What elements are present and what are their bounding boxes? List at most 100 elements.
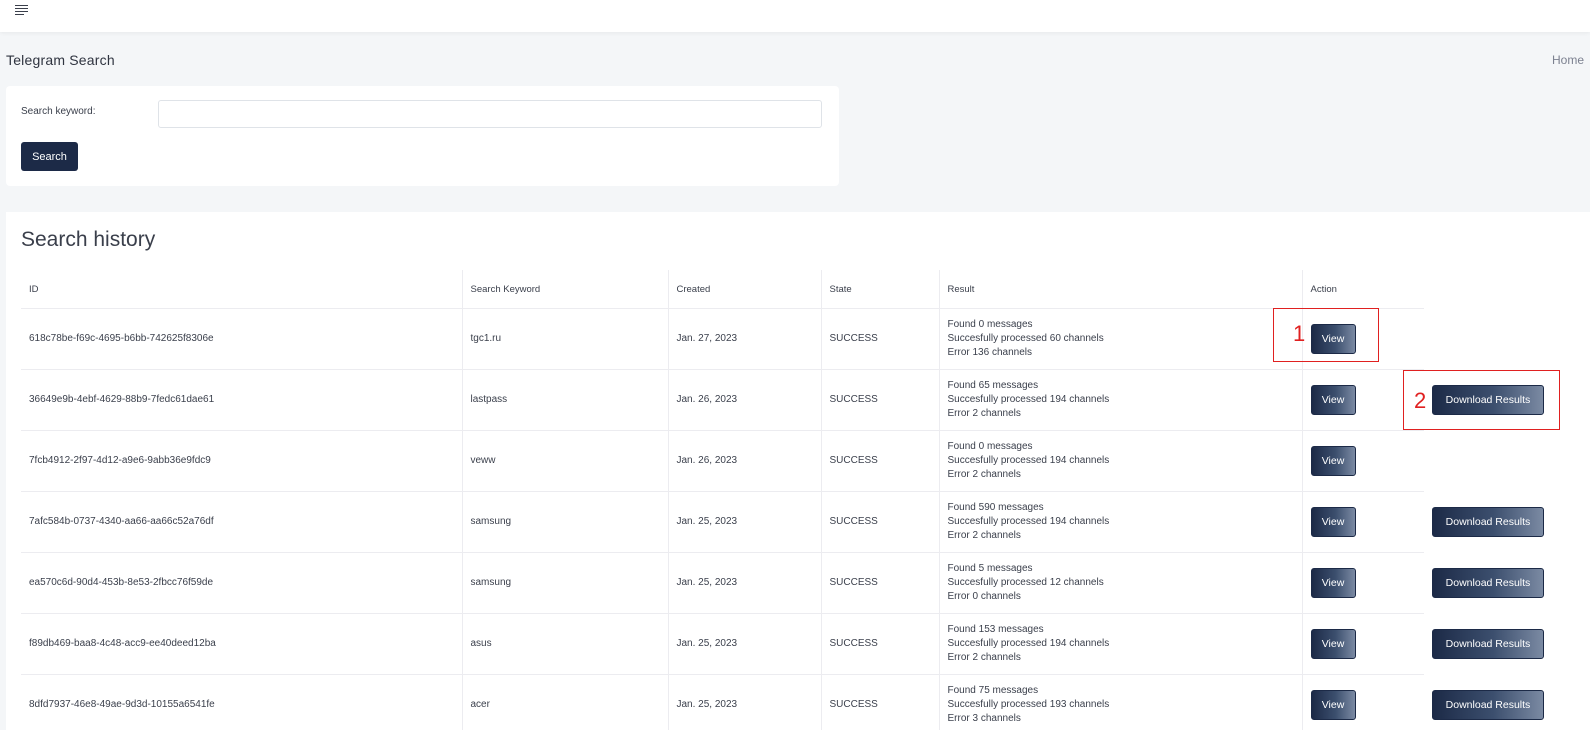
view-button[interactable]: View (1310, 507, 1356, 537)
cell-download: Download Results (1424, 492, 1557, 553)
cell-download: Download Results (1424, 614, 1557, 675)
column-header-state: State (820, 270, 939, 309)
cell-state: SUCCESS (820, 552, 939, 614)
result-line: Error 2 channels (947, 652, 1021, 663)
cell-id: 36649e9b-4ebf-4629-88b9-7fedc61dae61 (21, 369, 462, 431)
search-history-rows: 618c78be-f69c-4695-b6bb-742625f8306e tgc1… (21, 308, 1557, 730)
cell-created: Jan. 25, 2023 (667, 552, 821, 614)
download-results-button[interactable]: Download Results (1432, 629, 1544, 659)
search-keyword-input[interactable] (158, 100, 822, 128)
cell-result: Found 75 messages Succesfully processed 1… (938, 674, 1302, 730)
result-line: Succesfully processed 194 channels (947, 638, 1110, 649)
column-header-id: ID (21, 270, 462, 309)
cell-id: 8dfd7937-46e8-49ae-9d3d-10155a6541fe (21, 674, 462, 730)
cell-state: SUCCESS (820, 369, 939, 431)
cell-state: SUCCESS (820, 674, 939, 730)
hamburger-menu-icon[interactable] (15, 4, 29, 16)
cell-keyword: asus (461, 613, 668, 675)
breadcrumb-home[interactable]: Home (1552, 53, 1590, 67)
cell-state: SUCCESS (820, 430, 939, 492)
table-row: ea570c6d-90d4-453b-8e53-2fbcc76f59de sams… (21, 552, 1557, 614)
cell-download (1424, 309, 1557, 370)
cell-id: 7afc584b-0737-4340-aa66-aa66c52a76df (21, 491, 462, 553)
page-title: Telegram Search (6, 52, 115, 68)
table-row: 36649e9b-4ebf-4629-88b9-7fedc61dae61 last… (21, 369, 1557, 431)
column-header-result: Result (938, 270, 1302, 309)
column-header-extra (1424, 270, 1557, 309)
cell-created: Jan. 25, 2023 (667, 613, 821, 675)
result-line: Succesfully processed 194 channels (947, 394, 1110, 405)
result-line: Found 65 messages (947, 380, 1039, 391)
cell-state: SUCCESS (820, 613, 939, 675)
column-header-keyword: Search Keyword (461, 270, 668, 309)
cell-keyword: samsung (461, 552, 668, 614)
cell-action: View (1301, 613, 1424, 675)
view-button[interactable]: View (1310, 568, 1356, 598)
cell-keyword: acer (461, 674, 668, 730)
table-row: 7afc584b-0737-4340-aa66-aa66c52a76df sams… (21, 491, 1557, 553)
table-row: f89db469-baa8-4c48-acc9-ee40deed12ba asus… (21, 613, 1557, 675)
annotation-box-2 (1403, 370, 1560, 430)
cell-action: View (1301, 430, 1424, 492)
column-header-action: Action (1301, 270, 1424, 309)
column-header-created: Created (667, 270, 821, 309)
result-line: Error 0 channels (947, 591, 1021, 602)
cell-id: 7fcb4912-2f97-4d12-a9e6-9abb36e9fdc9 (21, 430, 462, 492)
result-line: Found 0 messages (947, 319, 1033, 330)
view-button[interactable]: View (1310, 385, 1356, 415)
cell-result: Found 65 messages Succesfully processed 1… (938, 369, 1302, 431)
cell-result: Found 590 messages Succesfully processed … (938, 491, 1302, 553)
cell-created: Jan. 27, 2023 (667, 308, 821, 370)
result-line: Found 0 messages (947, 441, 1033, 452)
cell-download (1424, 431, 1557, 492)
cell-result: Found 0 messages Succesfully processed 19… (938, 430, 1302, 492)
cell-created: Jan. 25, 2023 (667, 491, 821, 553)
result-line: Error 136 channels (947, 347, 1033, 358)
download-results-button[interactable]: Download Results (1432, 568, 1544, 598)
cell-keyword: samsung (461, 491, 668, 553)
search-keyword-label: Search keyword: (21, 106, 96, 117)
cell-state: SUCCESS (820, 308, 939, 370)
cell-state: SUCCESS (820, 491, 939, 553)
cell-created: Jan. 26, 2023 (667, 430, 821, 492)
cell-id: f89db469-baa8-4c48-acc9-ee40deed12ba (21, 613, 462, 675)
search-history-title: Search history (21, 228, 156, 251)
result-line: Found 590 messages (947, 502, 1044, 513)
top-bar (0, 0, 1590, 32)
cell-action: View (1301, 674, 1424, 730)
result-line: Found 153 messages (947, 624, 1044, 635)
cell-result: Found 5 messages Succesfully processed 12… (938, 552, 1302, 614)
annotation-box-1 (1273, 308, 1379, 362)
cell-keyword: lastpass (461, 369, 668, 431)
result-line: Error 3 channels (947, 713, 1021, 724)
cell-created: Jan. 25, 2023 (667, 674, 821, 730)
cell-download: Download Results (1424, 553, 1557, 614)
cell-result: Found 153 messages Succesfully processed … (938, 613, 1302, 675)
annotation-number-2: 2 (1414, 388, 1427, 413)
result-line: Found 5 messages (947, 563, 1033, 574)
result-line: Succesfully processed 194 channels (947, 455, 1110, 466)
cell-action: View (1301, 552, 1424, 614)
download-results-button[interactable]: Download Results (1432, 507, 1544, 537)
view-button[interactable]: View (1310, 446, 1356, 476)
result-line: Succesfully processed 60 channels (947, 333, 1104, 344)
table-row: 8dfd7937-46e8-49ae-9d3d-10155a6541fe acer… (21, 674, 1557, 730)
annotation-number-1: 1 (1293, 321, 1306, 346)
result-line: Error 2 channels (947, 530, 1021, 541)
cell-download: Download Results (1424, 675, 1557, 730)
search-history-card: Search history ID Search Keyword Created… (6, 212, 1590, 730)
cell-id: 618c78be-f69c-4695-b6bb-742625f8306e (21, 308, 462, 370)
view-button[interactable]: View (1310, 629, 1356, 659)
result-line: Error 2 channels (947, 408, 1021, 419)
cell-action: View (1301, 491, 1424, 553)
view-button[interactable]: View (1310, 690, 1356, 720)
result-line: Succesfully processed 12 channels (947, 577, 1104, 588)
result-line: Succesfully processed 193 channels (947, 699, 1110, 710)
cell-id: ea570c6d-90d4-453b-8e53-2fbcc76f59de (21, 552, 462, 614)
result-line: Error 2 channels (947, 469, 1021, 480)
cell-keyword: tgc1.ru (461, 308, 668, 370)
result-line: Succesfully processed 194 channels (947, 516, 1110, 527)
download-results-button[interactable]: Download Results (1432, 690, 1544, 720)
search-button[interactable]: Search (21, 142, 78, 171)
table-header-row: ID Search Keyword Created State Result A… (21, 270, 1557, 309)
